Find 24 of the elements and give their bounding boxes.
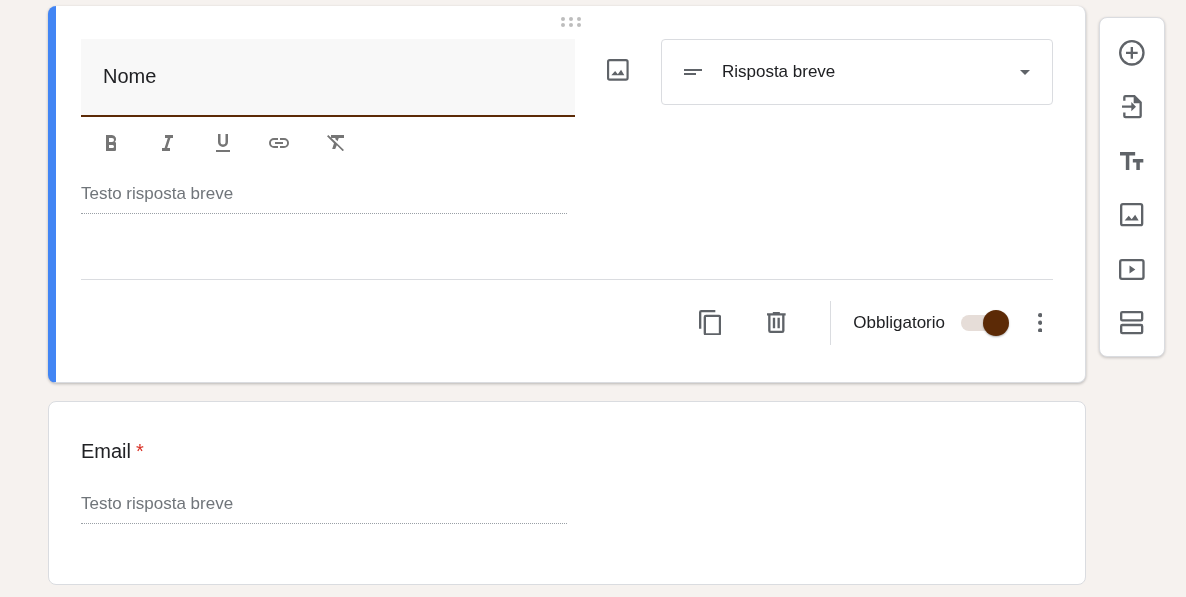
question-title-field[interactable]: Nome bbox=[81, 39, 575, 117]
drag-handle-icon[interactable] bbox=[559, 16, 582, 28]
delete-icon[interactable] bbox=[767, 312, 786, 333]
add-image-icon[interactable] bbox=[1120, 203, 1144, 227]
short-answer-icon bbox=[683, 69, 702, 75]
link-icon[interactable] bbox=[269, 138, 289, 148]
underline-icon[interactable] bbox=[216, 134, 230, 152]
answer-field[interactable]: Testo risposta breve bbox=[81, 181, 567, 214]
add-section-icon[interactable] bbox=[1120, 311, 1144, 335]
question-title: Email * bbox=[81, 439, 145, 464]
required-label: Obbligatorio bbox=[853, 311, 945, 334]
italic-icon[interactable] bbox=[161, 135, 173, 151]
question-type-dropdown[interactable]: Risposta breve bbox=[660, 39, 1053, 105]
add-title-icon[interactable] bbox=[1120, 151, 1144, 171]
answer-field[interactable]: Testo risposta breve bbox=[81, 491, 567, 524]
more-options-icon[interactable] bbox=[1037, 312, 1043, 333]
add-image-icon[interactable] bbox=[607, 59, 629, 81]
caret-icon bbox=[1020, 69, 1030, 75]
add-question-icon[interactable] bbox=[1119, 40, 1145, 66]
add-video-icon[interactable] bbox=[1119, 258, 1145, 280]
import-questions-icon[interactable] bbox=[1122, 95, 1142, 119]
clear-format-icon[interactable] bbox=[326, 135, 344, 151]
duplicate-icon[interactable] bbox=[699, 309, 722, 336]
bold-icon[interactable] bbox=[106, 135, 116, 151]
